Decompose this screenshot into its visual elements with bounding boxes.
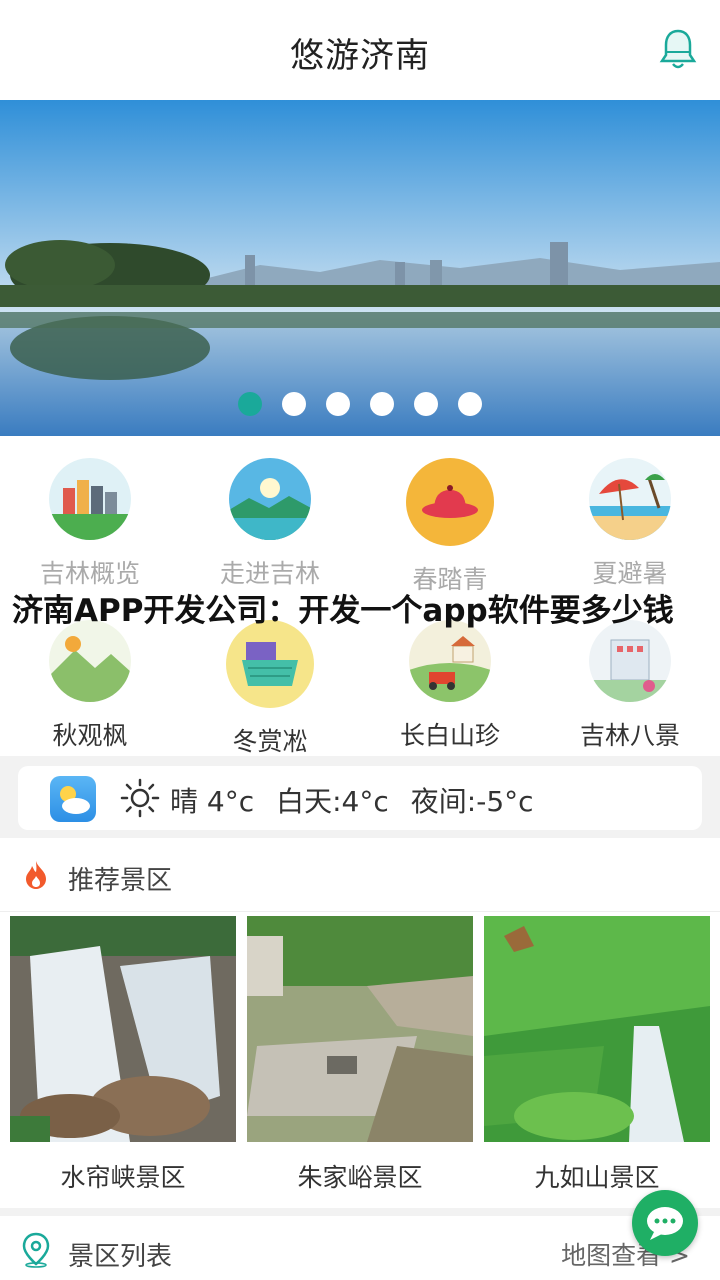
location-pin-icon xyxy=(22,1232,50,1268)
lake-icon xyxy=(229,458,311,540)
spot-image xyxy=(484,916,710,1142)
weather-app-icon xyxy=(50,776,96,822)
list-title: 景区列表 xyxy=(68,1242,173,1272)
carousel-dot-3[interactable] xyxy=(326,392,350,416)
weather-text: 晴 4°c 白天:4°c 夜间:-5°c xyxy=(170,780,556,820)
grid-item-summer[interactable]: 夏避暑 xyxy=(540,458,720,590)
weather-condition: 晴 4°c xyxy=(170,785,255,818)
grid-label: 吉林概览 xyxy=(39,559,140,588)
weather-day-temp: 白天:4°c xyxy=(276,785,389,818)
banner-carousel[interactable] xyxy=(0,100,720,436)
spot-name: 九如山景区 xyxy=(534,1163,660,1192)
grid-item-intro[interactable]: 走进吉林 xyxy=(180,458,360,590)
hat-icon xyxy=(406,458,494,546)
grid-label: 吉林八景 xyxy=(579,721,680,750)
recommend-header: 推荐景区 xyxy=(0,838,720,912)
chat-button[interactable] xyxy=(632,1190,698,1256)
grid-label: 夏避暑 xyxy=(592,559,668,588)
spot-image xyxy=(10,916,236,1142)
spot-card[interactable]: 水帘峡景区 xyxy=(10,916,236,1194)
recommend-section: 推荐景区 水帘峡景区 朱家峪景区 九如山景区 xyxy=(0,838,720,1208)
chat-bubble-icon xyxy=(647,1207,683,1240)
spot-card[interactable]: 朱家峪景区 xyxy=(247,916,473,1194)
grid-label: 冬赏凇 xyxy=(232,727,308,756)
carousel-dot-1[interactable] xyxy=(238,392,262,416)
spot-card[interactable]: 九如山景区 xyxy=(484,916,710,1194)
carousel-dots xyxy=(0,392,720,416)
recommend-title: 推荐景区 xyxy=(68,866,173,896)
carousel-dot-4[interactable] xyxy=(370,392,394,416)
spot-name: 水帘峡景区 xyxy=(60,1163,186,1192)
grid-item-winter[interactable]: 冬赏凇 xyxy=(180,620,360,758)
grid-item-overview[interactable]: 吉林概览 xyxy=(0,458,180,590)
fire-icon xyxy=(26,861,46,889)
carousel-dot-5[interactable] xyxy=(414,392,438,416)
grid-label: 秋观枫 xyxy=(52,721,128,750)
grid-label: 走进吉林 xyxy=(219,559,320,588)
city-icon xyxy=(49,458,131,540)
weather-bar: 晴 4°c 白天:4°c 夜间:-5°c xyxy=(18,766,702,830)
app-header: 悠游济南 xyxy=(0,0,720,100)
grid-item-treasures[interactable]: 长白山珍 xyxy=(360,620,540,752)
weather-night-temp: 夜间:-5°c xyxy=(410,785,534,818)
carousel-dot-2[interactable] xyxy=(282,392,306,416)
banner-image xyxy=(0,100,720,436)
beach-icon xyxy=(589,458,671,540)
grid-item-autumn[interactable]: 秋观枫 xyxy=(0,620,180,752)
grid-item-spring[interactable]: 春踏青 xyxy=(360,458,540,596)
sun-icon xyxy=(120,778,160,818)
page-title: 悠游济南 xyxy=(290,36,430,76)
list-header: 景区列表 地图查看 > xyxy=(0,1216,720,1280)
grid-item-eight-scenes[interactable]: 吉林八景 xyxy=(540,620,720,752)
spot-name: 朱家峪景区 xyxy=(297,1163,423,1192)
spot-image xyxy=(247,916,473,1142)
grid-label: 长白山珍 xyxy=(399,721,500,750)
article-title-overlay: 济南APP开发公司：开发一个app软件要多少钱 xyxy=(12,593,674,629)
bell-icon[interactable] xyxy=(658,28,698,72)
carousel-dot-6[interactable] xyxy=(458,392,482,416)
